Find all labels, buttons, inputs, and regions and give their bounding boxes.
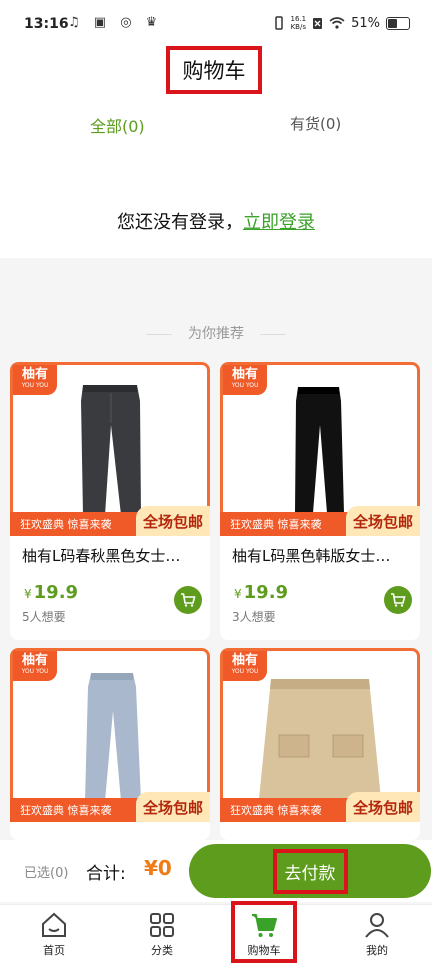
brand-name: 柚有 <box>231 367 258 382</box>
net-speed-value: 16.1 <box>290 15 307 23</box>
tabbar-home-label: 首页 <box>43 944 65 957</box>
product-card[interactable]: 柚有 YOU YOU 狂欢盛典 惊喜来袭 全场包邮 <box>10 648 210 840</box>
vibrate-icon <box>274 16 283 30</box>
promo-text: 狂欢盛典 惊喜来袭 <box>20 804 112 817</box>
promo-text: 狂欢盛典 惊喜来袭 <box>230 518 322 531</box>
free-shipping-badge: 全场包邮 <box>346 792 420 822</box>
brand-name: 柚有 <box>21 367 48 382</box>
divider-left <box>146 333 172 335</box>
brand-name: 柚有 <box>21 653 48 668</box>
recommend-title-text: 为你推荐 <box>188 326 244 342</box>
tabbar-profile[interactable]: 我的 <box>341 905 413 965</box>
brand-sub: YOU YOU <box>231 382 259 389</box>
product-card[interactable]: 柚有 YOU YOU 狂欢盛典 惊喜来袭 全场包邮 柚有L码黑色韩版女士… ¥1… <box>220 362 420 640</box>
add-to-cart-button[interactable] <box>174 586 202 614</box>
brand-sub: YOU YOU <box>21 382 49 389</box>
product-price: ¥19.9 <box>24 582 78 603</box>
tabbar-category-label: 分类 <box>151 944 173 957</box>
pay-button[interactable]: 去付款 <box>189 844 431 898</box>
pay-button-label: 去付款 <box>272 848 348 894</box>
page-title: 购物车 <box>166 46 262 94</box>
promo-strip: 狂欢盛典 惊喜来袭 全场包邮 <box>220 792 420 822</box>
login-link[interactable]: 立即登录 <box>243 212 315 233</box>
tabbar-profile-label: 我的 <box>366 944 388 957</box>
category-grid-icon <box>150 913 174 937</box>
product-card[interactable]: 柚有 YOU YOU 狂欢盛典 惊喜来袭 全场包邮 柚有L码春秋黑色女士… ¥1… <box>10 362 210 640</box>
currency-symbol: ¥ <box>24 587 32 601</box>
battery-percent: 51% <box>351 15 380 31</box>
want-count: 5人想要 <box>22 610 66 624</box>
brand-tag: 柚有 YOU YOU <box>13 365 57 395</box>
price-value: 19.9 <box>33 582 79 603</box>
brand-tag: 柚有 YOU YOU <box>223 651 267 681</box>
tabbar-home[interactable]: 首页 <box>18 905 90 965</box>
brand-sub: YOU YOU <box>231 668 259 675</box>
promo-text: 狂欢盛典 惊喜来袭 <box>20 518 112 531</box>
login-prompt: 您还没有登录，立即登录 <box>0 208 432 234</box>
status-bar: 13:16 ♫ ▣ ◎ ♛ 16.1 KB/s 51% <box>0 0 432 50</box>
divider-right <box>260 333 286 335</box>
tab-all[interactable]: 全部(0) <box>90 113 145 137</box>
brand-tag: 柚有 YOU YOU <box>223 365 267 395</box>
free-shipping-badge: 全场包邮 <box>136 792 210 822</box>
free-shipping-badge: 全场包邮 <box>136 506 210 536</box>
wifi-icon <box>329 17 345 29</box>
cart-icon <box>252 914 277 937</box>
battery-icon <box>386 16 410 30</box>
free-shipping-badge: 全场包邮 <box>346 506 420 536</box>
profile-icon <box>365 913 389 938</box>
selected-count[interactable]: 已选(0) <box>24 862 68 881</box>
recommend-title: 为你推荐 <box>0 323 432 343</box>
promo-strip: 狂欢盛典 惊喜来袭 全场包邮 <box>10 506 210 536</box>
promo-text: 狂欢盛典 惊喜来袭 <box>230 804 322 817</box>
notification-icons: ♫ ▣ ◎ ♛ <box>68 15 163 30</box>
net-speed: 16.1 KB/s <box>291 15 307 31</box>
add-to-cart-button[interactable] <box>384 586 412 614</box>
price-value: 19.9 <box>243 582 289 603</box>
cart-icon <box>181 593 196 607</box>
tabbar-category[interactable]: 分类 <box>126 905 198 965</box>
bottom-tabbar: 首页 分类 购物车 我的 <box>0 904 432 965</box>
login-prompt-text: 您还没有登录， <box>117 212 243 233</box>
cart-header: 购物车 全部(0) 有货(0) 您还没有登录，立即登录 <box>0 46 432 258</box>
checkout-bar: 已选(0) 合计: ¥0 去付款 <box>0 840 432 902</box>
brand-name: 柚有 <box>231 653 258 668</box>
tab-in-stock[interactable]: 有货(0) <box>290 113 341 134</box>
cart-icon <box>391 593 406 607</box>
status-right: 16.1 KB/s 51% <box>273 15 410 31</box>
currency-symbol: ¥ <box>234 587 242 601</box>
promo-strip: 狂欢盛典 惊喜来袭 全场包邮 <box>10 792 210 822</box>
status-time: 13:16 <box>24 16 69 32</box>
product-price: ¥19.9 <box>234 582 288 603</box>
brand-tag: 柚有 YOU YOU <box>13 651 57 681</box>
product-name[interactable]: 柚有L码黑色韩版女士… <box>232 545 390 566</box>
product-card[interactable]: 柚有 YOU YOU 狂欢盛典 惊喜来袭 全场包邮 <box>220 648 420 840</box>
want-count: 3人想要 <box>232 610 276 624</box>
product-name[interactable]: 柚有L码春秋黑色女士… <box>22 545 180 566</box>
no-sim-icon <box>313 17 323 29</box>
tabbar-cart[interactable]: 购物车 <box>228 905 300 965</box>
home-icon <box>42 912 66 937</box>
net-speed-unit: KB/s <box>290 23 306 31</box>
tabbar-cart-label: 购物车 <box>247 944 281 957</box>
total-value: ¥0 <box>144 856 172 880</box>
total-label: 合计: <box>86 864 126 884</box>
brand-sub: YOU YOU <box>21 668 49 675</box>
promo-strip: 狂欢盛典 惊喜来袭 全场包邮 <box>220 506 420 536</box>
